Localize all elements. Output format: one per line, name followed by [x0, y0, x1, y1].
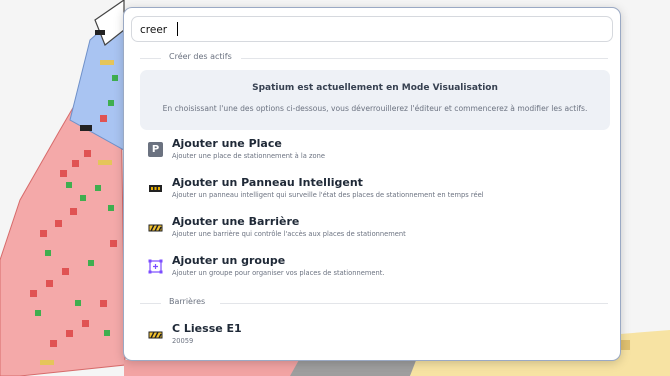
section-header-create-assets: Créer des actifs [140, 52, 608, 64]
search-input[interactable] [140, 21, 600, 39]
divider [140, 58, 161, 59]
info-body: En choisissant l'une des options ci-dess… [162, 104, 588, 113]
group-icon [148, 259, 163, 274]
info-title: Spatium est actuellement en Mode Visuali… [252, 83, 498, 93]
result-title: C Liesse E1 [172, 322, 242, 335]
add-barrier-action[interactable]: Ajouter une Barrière Ajouter une barrièr… [140, 215, 606, 247]
action-title: Ajouter un Panneau Intelligent [172, 176, 363, 189]
action-title: Ajouter un groupe [172, 254, 286, 267]
action-desc: Ajouter une barrière qui contrôle l'accè… [172, 230, 406, 238]
section-header-barriers: Barrières [140, 297, 608, 309]
command-palette: Créer des actifs Spatium est actuellemen… [123, 7, 621, 361]
barrier-result-item[interactable]: C Liesse E1 20059 [140, 322, 606, 354]
text-caret [177, 22, 178, 36]
section-label: Barrières [169, 297, 206, 306]
action-desc: Ajouter une place de stationnement à la … [172, 152, 325, 160]
add-place-action[interactable]: P Ajouter une Place Ajouter une place de… [140, 137, 606, 169]
action-title: Ajouter une Barrière [172, 215, 300, 228]
section-label: Créer des actifs [169, 52, 232, 61]
divider [241, 58, 608, 59]
add-smart-panel-action[interactable]: Ajouter un Panneau Intelligent Ajouter u… [140, 176, 606, 208]
smart-panel-icon [149, 185, 162, 192]
barrier-icon [148, 224, 163, 232]
mode-info-box: Spatium est actuellement en Mode Visuali… [140, 70, 610, 130]
search-box[interactable] [131, 16, 613, 42]
action-desc: Ajouter un panneau intelligent qui surve… [172, 191, 484, 199]
result-id: 20059 [172, 337, 194, 345]
parking-icon: P [148, 142, 163, 157]
action-title: Ajouter une Place [172, 137, 282, 150]
add-group-action[interactable]: Ajouter un groupe Ajouter un groupe pour… [140, 254, 606, 286]
action-desc: Ajouter un groupe pour organiser vos pla… [172, 269, 385, 277]
divider [220, 303, 608, 304]
barrier-icon [148, 331, 163, 339]
divider [140, 303, 161, 304]
